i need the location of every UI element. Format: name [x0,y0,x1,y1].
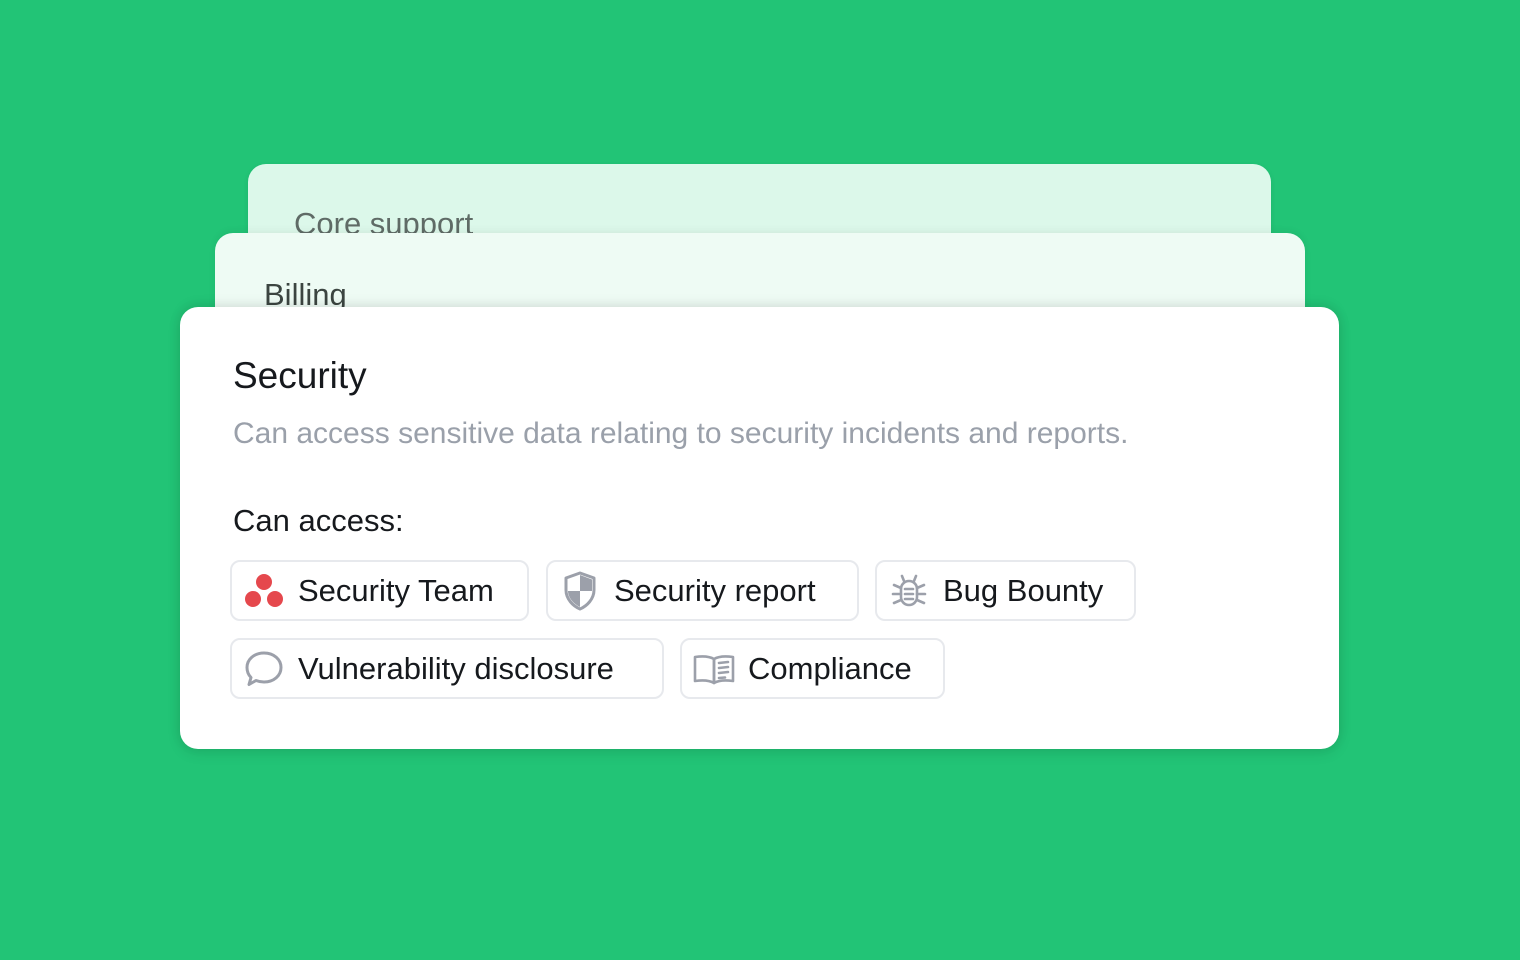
access-heading: Can access: [233,503,404,538]
card-title: Security [233,355,367,396]
role-card-security: Security Can access sensitive data relat… [180,307,1339,749]
chip-label: Vulnerability disclosure [298,650,614,686]
access-chip-vulnerability-disclosure[interactable]: Vulnerability disclosure [230,638,664,699]
speech-bubble-icon [242,647,286,691]
chip-label: Compliance [748,650,912,686]
shield-icon [558,569,602,613]
access-chip-security-team[interactable]: Security Team [230,560,529,621]
bug-icon [887,569,931,613]
chip-label: Bug Bounty [943,572,1104,608]
chip-label: Security Team [298,572,494,608]
card-description: Can access sensitive data relating to se… [233,417,1129,450]
open-book-icon [692,647,736,691]
access-chip-bug-bounty[interactable]: Bug Bounty [875,560,1136,621]
chip-label: Security report [614,572,816,608]
access-chip-security-report[interactable]: Security report [546,560,859,621]
access-chip-compliance[interactable]: Compliance [680,638,945,699]
asana-team-icon [242,569,286,613]
